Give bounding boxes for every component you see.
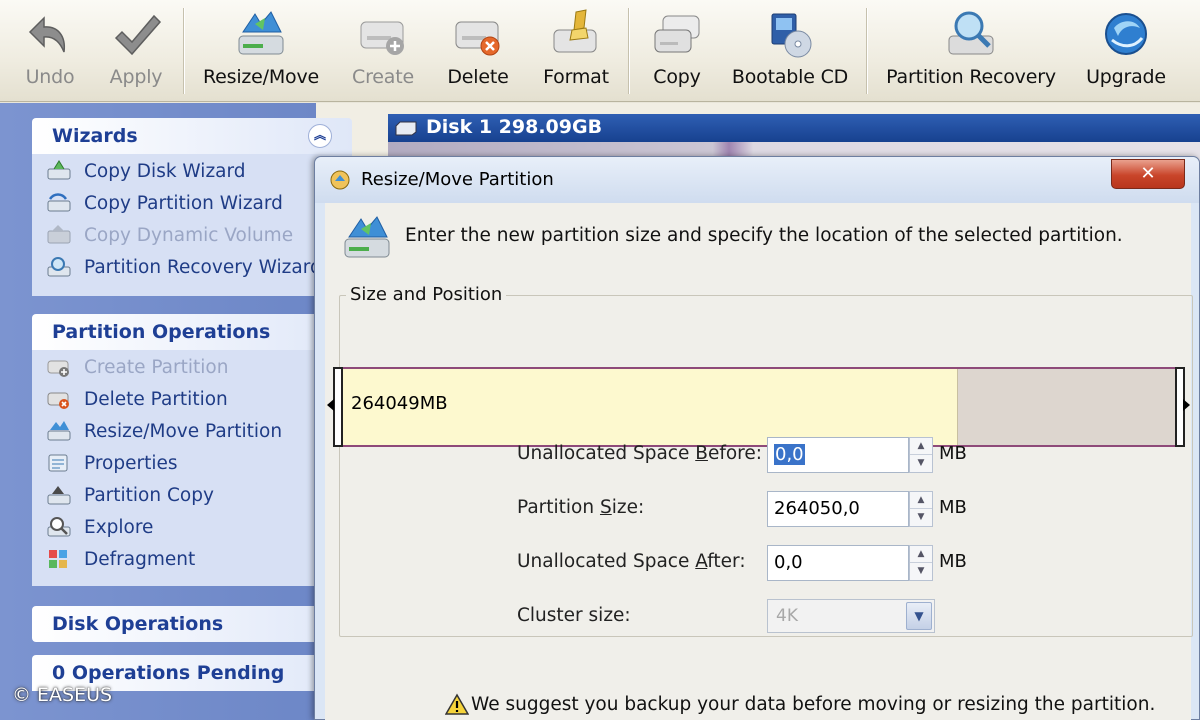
toolbar-separator	[628, 8, 629, 94]
toolbar-separator	[183, 8, 184, 94]
close-icon: ✕	[1140, 163, 1156, 184]
copy-partition-wizard-icon	[47, 193, 71, 212]
partition-size-input[interactable]: 264050,0	[767, 491, 909, 527]
undo-button[interactable]: Undo	[20, 0, 80, 102]
unit-label: MB	[939, 443, 967, 464]
copy-partition-wizard-link[interactable]: Copy Partition Wizard	[46, 188, 283, 218]
unallocated-before-label: Unallocated Space Before:	[517, 443, 762, 464]
resize-move-partition-icon	[47, 421, 71, 441]
partition-size-bar[interactable]: 264049MB	[327, 367, 1190, 447]
warning-icon	[445, 693, 469, 715]
spin-up-icon[interactable]: ▲	[910, 546, 932, 563]
spin-up-icon[interactable]: ▲	[910, 438, 932, 455]
partition-copy-link[interactable]: Partition Copy	[46, 480, 214, 510]
unallocated-after-spinner[interactable]: ▲ ▼	[909, 545, 933, 581]
resize-move-dialog: Resize/Move Partition ✕ Enter the new pa…	[314, 156, 1200, 720]
unallocated-before-input[interactable]: 0,0	[767, 437, 909, 473]
delete-button[interactable]: Delete	[446, 0, 510, 102]
explore-link[interactable]: Explore	[46, 512, 153, 542]
explore-magnifier-icon	[47, 517, 71, 537]
copy-disk-wizard-icon	[47, 160, 71, 180]
partition-operations-group: Create Partition Delete Partition Resize…	[32, 350, 352, 586]
partition-size-spinner[interactable]: ▲ ▼	[909, 491, 933, 527]
right-resize-handle[interactable]	[1175, 367, 1190, 447]
instruction-text: Enter the new partition size and specify…	[405, 225, 1123, 246]
unallocated-after-input[interactable]: 0,0	[767, 545, 909, 581]
resize-move-button[interactable]: Resize/Move	[203, 0, 319, 102]
checkmark-icon	[114, 14, 162, 56]
wizards-group-header[interactable]: Wizards ︽	[32, 118, 352, 154]
defragment-link[interactable]: Defragment	[46, 544, 195, 574]
delete-partition-link[interactable]: Delete Partition	[46, 384, 228, 414]
spin-down-icon[interactable]: ▼	[910, 563, 932, 580]
resize-partition-icon	[344, 216, 390, 258]
defragment-icon	[49, 550, 67, 568]
size-position-legend: Size and Position	[346, 284, 507, 305]
disk-operations-group-header[interactable]: Disk Operations	[32, 606, 352, 642]
create-button[interactable]: Create	[350, 0, 416, 102]
disk-label: Disk 1 298.09GB	[426, 116, 603, 138]
partition-size-field-label: Partition Size:	[517, 497, 645, 518]
hard-disk-icon	[395, 121, 417, 136]
arrow-left-icon	[327, 399, 334, 411]
copy-disk-wizard-link[interactable]: Copy Disk Wizard	[46, 156, 246, 186]
spin-up-icon[interactable]: ▲	[910, 492, 932, 509]
delete-partition-icon	[455, 21, 500, 56]
size-position-group: Size and Position	[339, 284, 1193, 637]
bootable-cd-button[interactable]: Bootable CD	[732, 0, 848, 102]
format-brush-icon	[553, 9, 597, 53]
resize-move-partition-link[interactable]: Resize/Move Partition	[46, 416, 282, 446]
dialog-content: Enter the new partition size and specify…	[325, 203, 1193, 720]
unallocated-before-spinner[interactable]: ▲ ▼	[909, 437, 933, 473]
upgrade-globe-icon	[1105, 13, 1147, 55]
create-partition-link[interactable]: Create Partition	[46, 352, 228, 382]
copy-disk-icon	[654, 15, 700, 53]
main-toolbar: Undo Apply Resize/Move Create Delete For…	[0, 0, 1200, 102]
partition-recovery-wizard-icon	[47, 257, 71, 277]
dialog-app-icon	[330, 170, 350, 190]
format-button[interactable]: Format	[540, 0, 612, 102]
spin-down-icon[interactable]: ▼	[910, 509, 932, 526]
spin-down-icon[interactable]: ▼	[910, 455, 932, 472]
backup-warning: We suggest you backup your data before m…	[445, 693, 1155, 715]
bootable-cd-icon	[771, 13, 812, 58]
cluster-size-select[interactable]: 4K ▼	[767, 599, 935, 633]
toolbar-separator	[866, 8, 867, 94]
arrow-right-icon	[1183, 399, 1190, 411]
left-resize-handle[interactable]	[327, 367, 343, 447]
chevron-down-icon[interactable]: ▼	[906, 602, 932, 630]
cluster-size-value: 4K	[776, 606, 798, 626]
partition-copy-icon	[47, 486, 71, 505]
partition-recovery-button[interactable]: Partition Recovery	[886, 0, 1056, 102]
dialog-titlebar[interactable]: Resize/Move Partition ✕	[315, 157, 1199, 203]
unit-label: MB	[939, 497, 967, 518]
resize-move-icon	[238, 11, 284, 55]
create-partition-icon	[47, 360, 69, 377]
partition-size-label: 264049MB	[351, 393, 448, 414]
cluster-size-label: Cluster size:	[517, 605, 631, 626]
partition-recovery-icon	[948, 11, 994, 55]
copyright-watermark: © EASEUS	[12, 684, 113, 706]
wizards-group: Copy Disk Wizard Copy Partition Wizard C…	[32, 154, 352, 296]
copy-dynamic-volume-link[interactable]: Copy Dynamic Volume	[46, 220, 293, 250]
apply-button[interactable]: Apply	[106, 0, 166, 102]
properties-link[interactable]: Properties	[46, 448, 178, 478]
partition-recovery-wizard-link[interactable]: Partition Recovery Wizard	[46, 252, 322, 282]
copy-button[interactable]: Copy	[648, 0, 706, 102]
undo-icon	[28, 16, 66, 53]
create-partition-icon	[360, 21, 404, 55]
delete-partition-icon	[47, 392, 69, 409]
unit-label: MB	[939, 551, 967, 572]
properties-icon	[48, 454, 68, 472]
disk-header[interactable]: Disk 1 298.09GB	[388, 114, 1200, 142]
partition-operations-group-header[interactable]: Partition Operations	[32, 314, 352, 350]
dialog-title: Resize/Move Partition	[361, 169, 554, 190]
copy-dynamic-volume-icon	[47, 225, 71, 244]
close-button[interactable]: ✕	[1111, 159, 1185, 189]
upgrade-button[interactable]: Upgrade	[1086, 0, 1166, 102]
collapse-icon[interactable]: ︽	[308, 124, 332, 148]
unallocated-after-label: Unallocated Space After:	[517, 551, 746, 572]
